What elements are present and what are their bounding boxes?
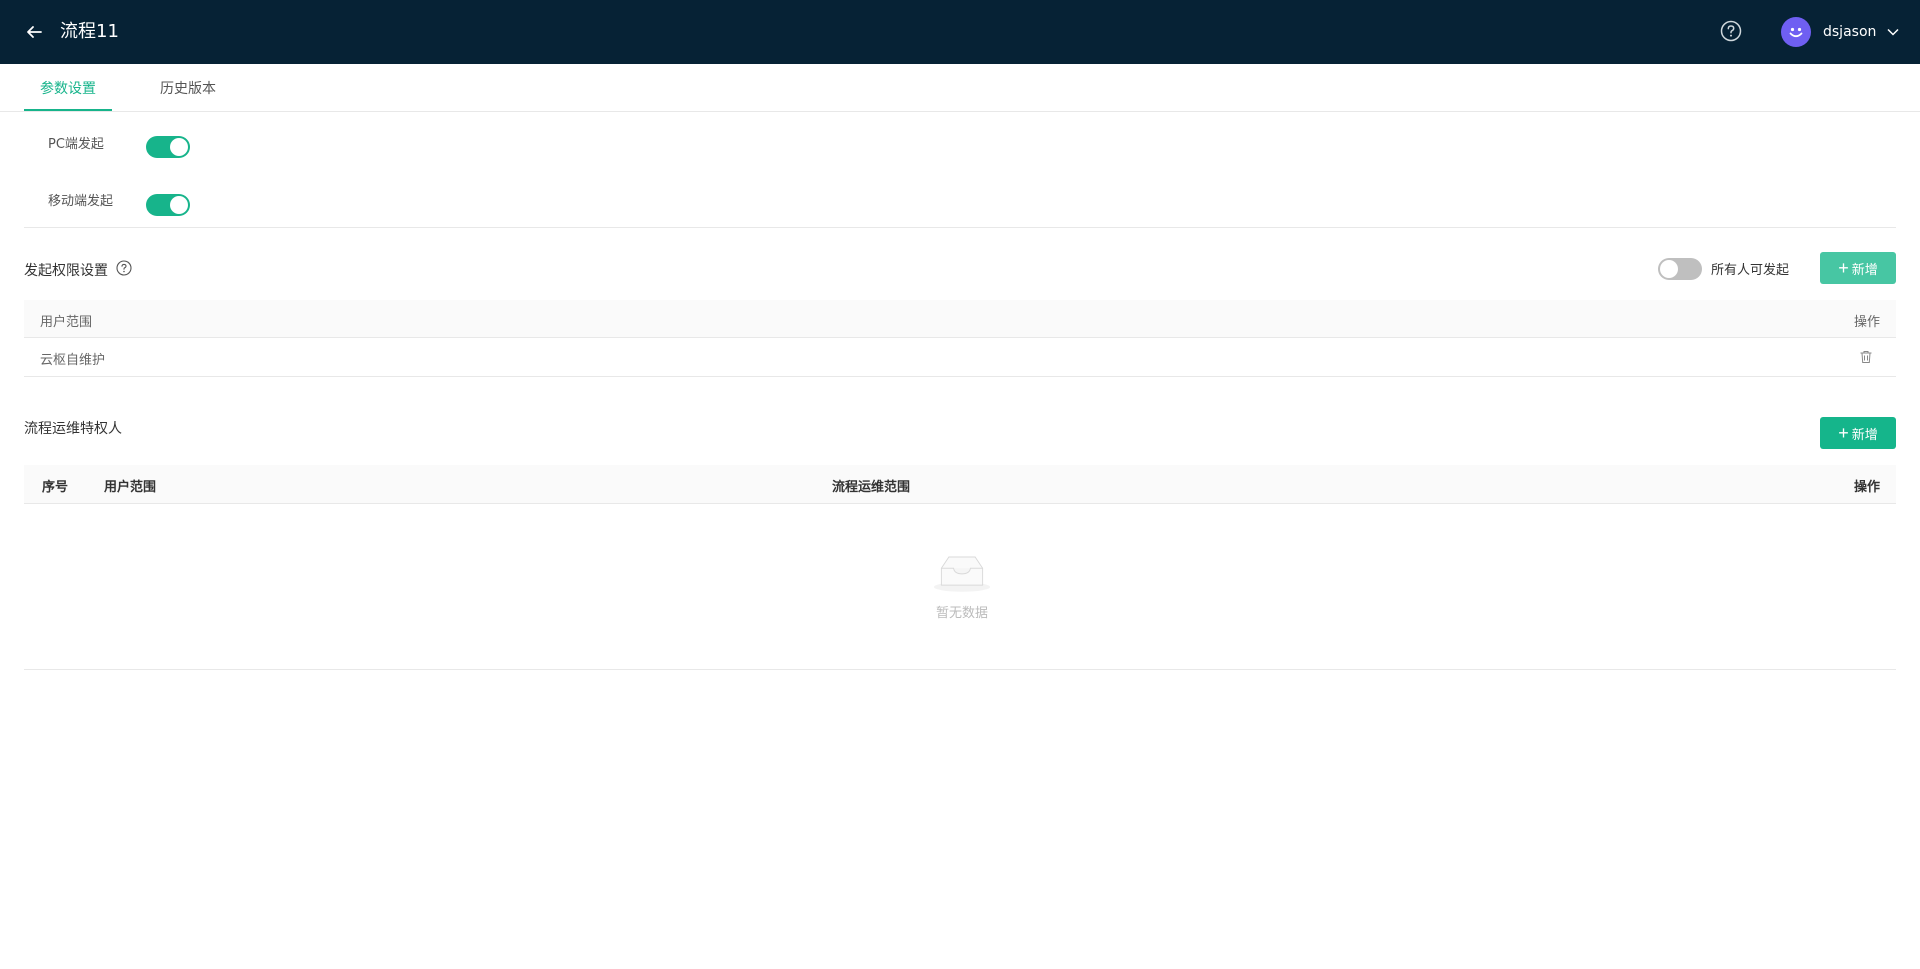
column-header-action: 操作 — [1853, 315, 1880, 330]
ops-table-header: 序号 用户范围 流程运维范围 操作 — [24, 465, 1896, 504]
arrow-left-icon — [27, 26, 42, 38]
divider — [24, 227, 1896, 228]
permission-table-header: 用户范围 操作 — [24, 300, 1896, 338]
switch-knob — [1660, 260, 1678, 278]
ops-section-title: 流程运维特权人 — [24, 421, 122, 437]
page-title: 流程11 — [60, 21, 119, 42]
add-button-label: 新增 — [1851, 426, 1878, 442]
permission-section-title: 发起权限设置 — [24, 263, 108, 279]
username: dsjason — [1823, 24, 1877, 40]
plus-icon: + — [1838, 258, 1849, 278]
question-circle-icon — [1720, 20, 1742, 42]
pc-launch-label: PC端发起 — [48, 137, 104, 152]
tab-bar: 参数设置 历史版本 — [0, 64, 1920, 112]
everyone-launch-label: 所有人可发起 — [1711, 263, 1790, 278]
tab-history[interactable]: 历史版本 — [160, 64, 216, 112]
add-button-label: 新增 — [1851, 261, 1878, 277]
mobile-launch-switch[interactable] — [146, 194, 190, 216]
column-header-ops-scope: 流程运维范围 — [832, 480, 911, 495]
chevron-down-icon — [1887, 28, 1899, 36]
table-row: 云枢自维护 — [24, 338, 1896, 377]
empty-state-text: 暂无数据 — [935, 606, 988, 621]
help-button[interactable] — [1720, 20, 1746, 46]
everyone-launch-switch[interactable] — [1658, 258, 1702, 280]
top-header: 流程11 dsjason — [0, 0, 1920, 64]
ops-add-button[interactable]: + 新增 — [1820, 417, 1896, 449]
switch-knob — [170, 196, 188, 214]
row-scope-cell: 云枢自维护 — [40, 353, 106, 368]
column-header-action: 操作 — [1853, 480, 1880, 495]
smiley-icon — [1789, 27, 1803, 38]
active-tab-indicator — [24, 109, 112, 111]
avatar — [1781, 17, 1811, 47]
plus-icon: + — [1838, 423, 1849, 443]
question-circle-icon[interactable] — [116, 260, 132, 276]
permission-add-button[interactable]: + 新增 — [1820, 252, 1896, 284]
column-header-index: 序号 — [42, 480, 69, 495]
empty-inbox-icon — [933, 556, 991, 592]
tab-params[interactable]: 参数设置 — [40, 64, 96, 112]
divider — [24, 669, 1896, 670]
column-header-scope: 用户范围 — [104, 480, 157, 495]
pc-launch-switch[interactable] — [146, 136, 190, 158]
switch-knob — [170, 138, 188, 156]
column-header-scope: 用户范围 — [40, 315, 93, 330]
trash-icon[interactable] — [1859, 350, 1873, 364]
back-button[interactable] — [20, 18, 48, 46]
mobile-launch-label: 移动端发起 — [48, 194, 114, 209]
user-menu[interactable]: dsjason — [1781, 17, 1900, 47]
